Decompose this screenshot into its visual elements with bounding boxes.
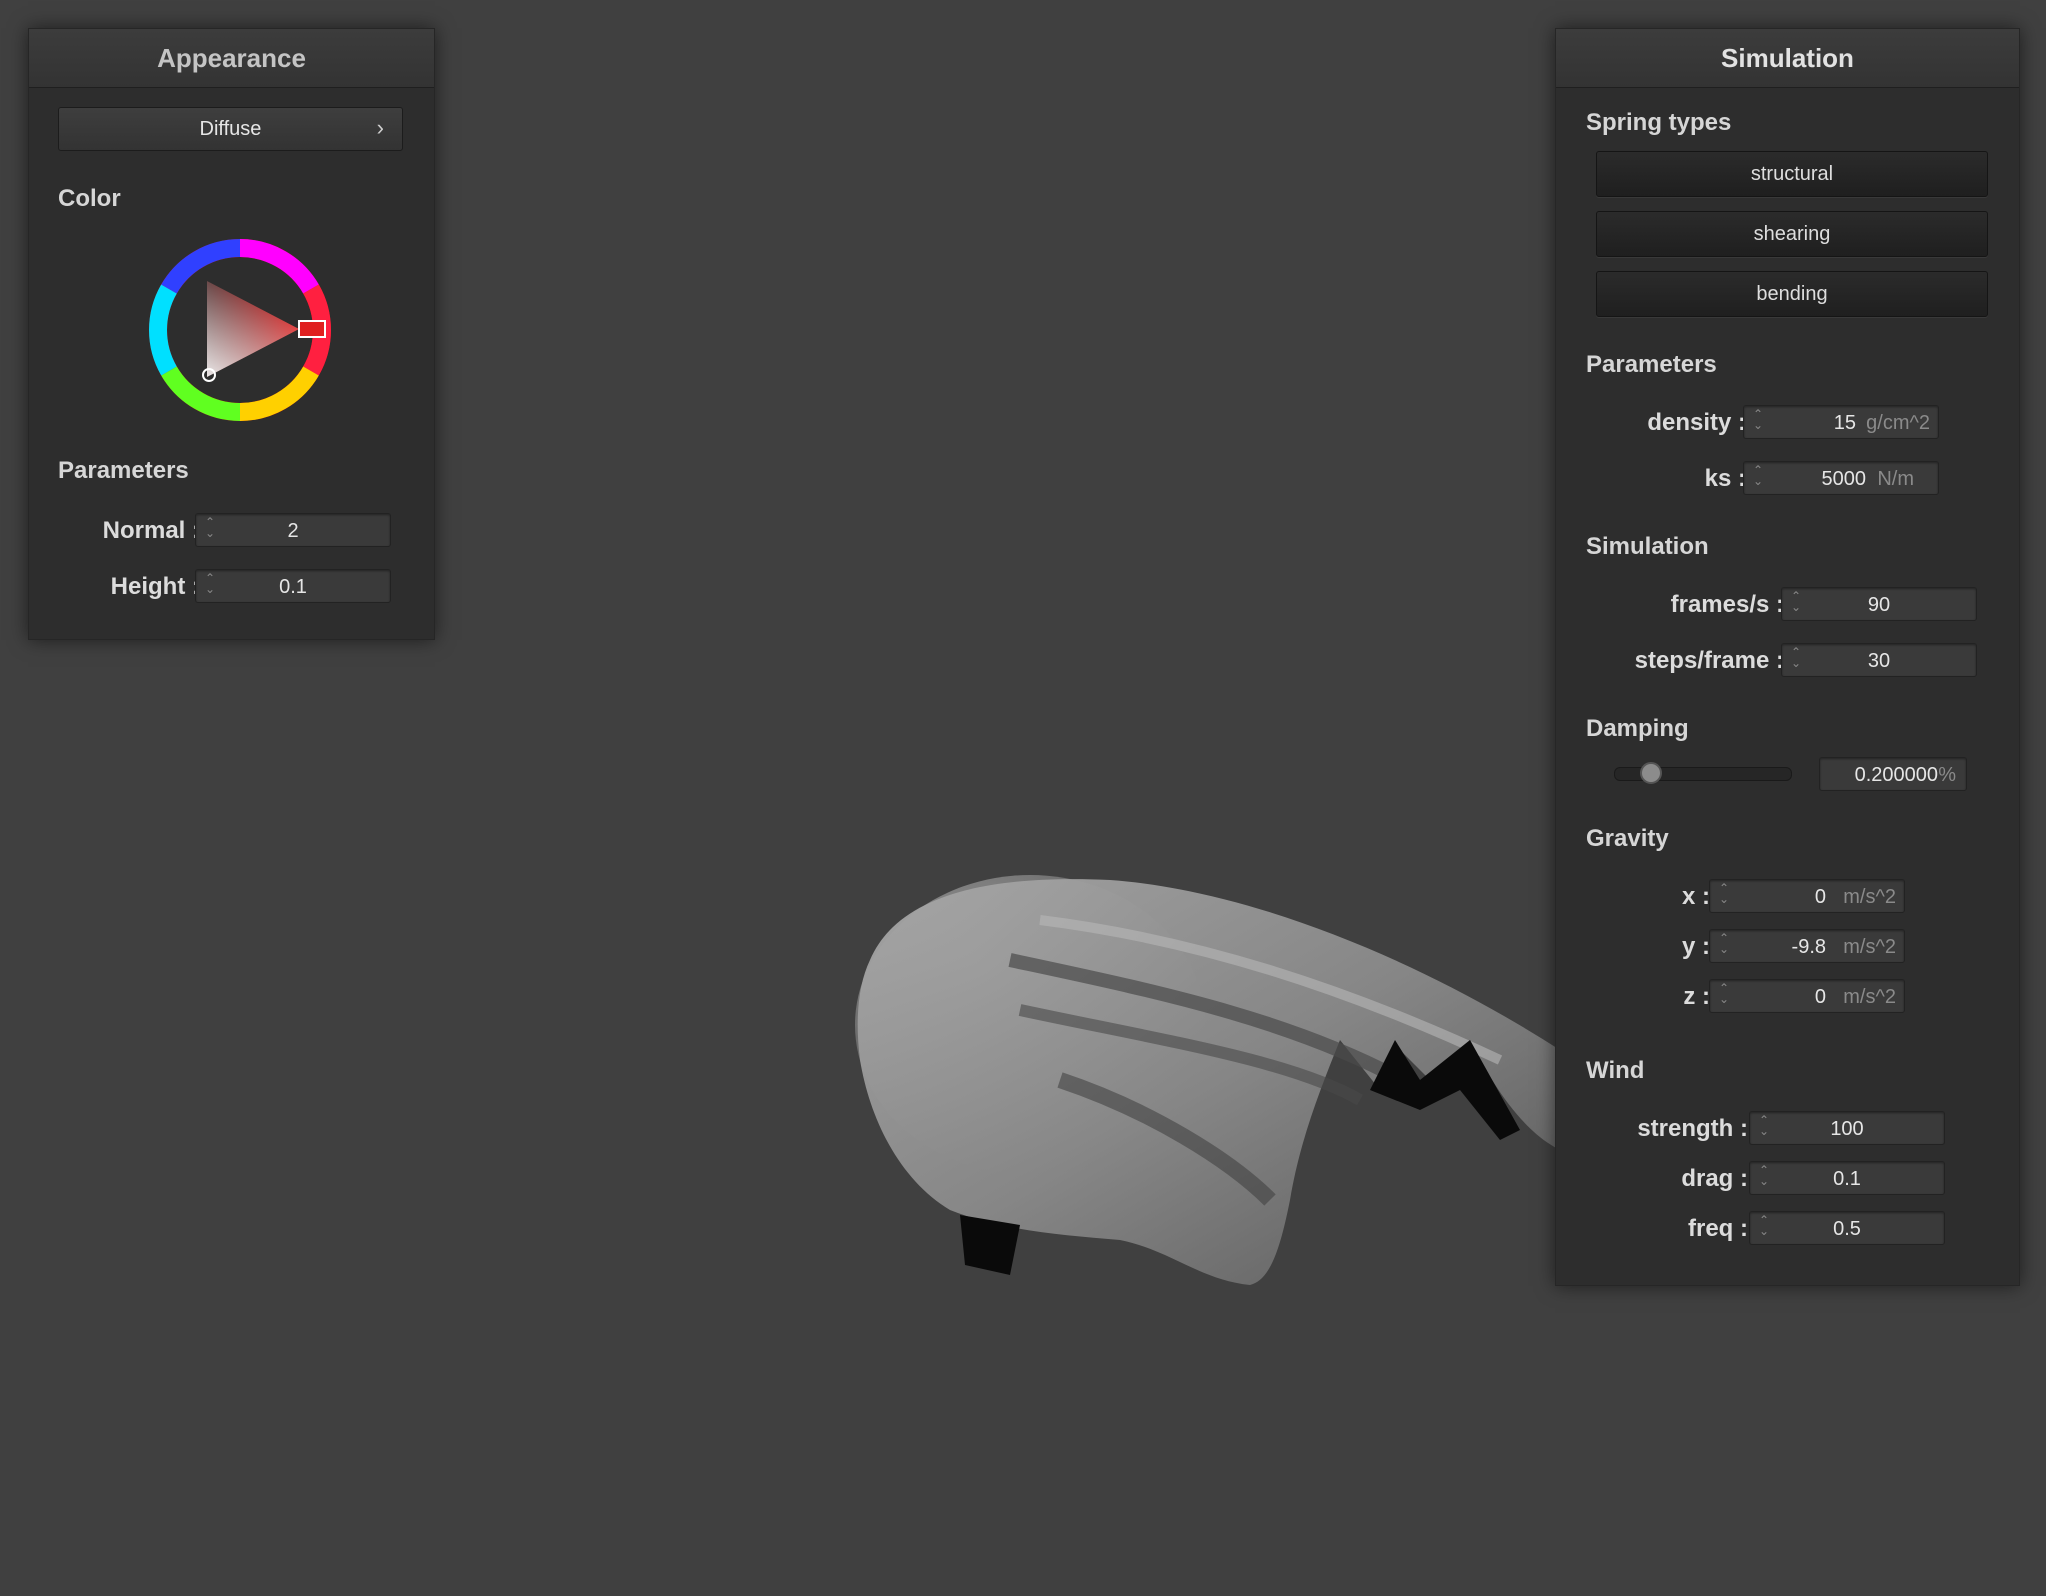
gravity-z-value: 0 — [1814, 986, 1826, 1008]
damping-slider[interactable] — [1614, 762, 1792, 784]
sim-parameters-label: Parameters — [1586, 351, 1717, 378]
cloth-underside — [960, 1215, 1020, 1275]
density-label: density : — [1647, 409, 1746, 436]
wind-label: Wind — [1586, 1057, 1645, 1084]
color-wheel-icon — [149, 239, 331, 421]
spinner-arrows-icon[interactable]: ⌃ ⌄ — [1718, 882, 1730, 909]
shader-select[interactable]: Diffuse › — [58, 107, 403, 151]
ks-field[interactable]: ⌃ ⌄ 5000 N/m — [1743, 461, 1939, 495]
gravity-x-label: x : — [1681, 883, 1710, 910]
steps-label: steps/frame : — [1634, 647, 1784, 674]
chevron-right-icon: › — [376, 115, 384, 140]
height-value: 0.1 — [279, 576, 307, 598]
normal-field[interactable]: ⌃ ⌄ 2 — [195, 513, 391, 547]
gravity-z-field[interactable]: ⌃ ⌄ 0 m/s^2 — [1709, 979, 1905, 1013]
simulation-section-label: Simulation — [1586, 533, 1709, 560]
wind-drag-label: drag : — [1681, 1165, 1748, 1192]
shearing-button[interactable]: shearing — [1596, 211, 1988, 257]
height-field[interactable]: ⌃ ⌄ 0.1 — [195, 569, 391, 603]
gravity-y-label: y : — [1681, 933, 1710, 960]
simulation-title: Simulation — [1556, 29, 2019, 88]
damping-value: 0.200000 — [1854, 764, 1938, 786]
fps-field[interactable]: ⌃ ⌄ 90 — [1781, 587, 1977, 621]
gravity-z-unit: m/s^2 — [1843, 986, 1896, 1008]
gravity-label: Gravity — [1586, 825, 1669, 852]
height-label: Height : — [110, 573, 200, 600]
wind-drag-field[interactable]: ⌃ ⌄ 0.1 — [1749, 1161, 1945, 1195]
structural-button[interactable]: structural — [1596, 151, 1988, 197]
damping-unit: % — [1938, 764, 1956, 786]
appearance-title: Appearance — [29, 29, 434, 88]
damping-slider-thumb[interactable] — [1640, 762, 1663, 784]
wind-freq-field[interactable]: ⌃ ⌄ 0.5 — [1749, 1211, 1945, 1245]
fps-value: 90 — [1867, 594, 1891, 616]
wind-strength-field[interactable]: ⌃ ⌄ 100 — [1749, 1111, 1945, 1145]
wind-freq-value: 0.5 — [1833, 1218, 1861, 1240]
wind-strength-label: strength : — [1637, 1115, 1748, 1142]
ks-unit: N/m — [1877, 468, 1914, 490]
normal-value: 2 — [287, 520, 299, 542]
bending-button[interactable]: bending — [1596, 271, 1988, 317]
density-field[interactable]: ⌃ ⌄ 15 g/cm^2 — [1743, 405, 1939, 439]
color-wheel[interactable] — [145, 235, 335, 425]
ks-label: ks : — [1704, 465, 1746, 492]
fps-label: frames/s : — [1670, 591, 1784, 618]
gravity-z-label: z : — [1683, 983, 1710, 1010]
gravity-x-field[interactable]: ⌃ ⌄ 0 m/s^2 — [1709, 879, 1905, 913]
gravity-y-value: -9.8 — [1791, 936, 1826, 958]
ks-value: 5000 — [1821, 468, 1867, 490]
gravity-y-field[interactable]: ⌃ ⌄ -9.8 m/s^2 — [1709, 929, 1905, 963]
simulation-panel: Simulation Spring types structural shear… — [1555, 28, 2020, 1286]
steps-field[interactable]: ⌃ ⌄ 30 — [1781, 643, 1977, 677]
shader-select-value: Diffuse — [199, 118, 262, 140]
damping-field[interactable]: 0.200000 % — [1819, 757, 1967, 791]
wind-strength-value: 100 — [1830, 1118, 1864, 1140]
gravity-y-unit: m/s^2 — [1843, 936, 1896, 958]
steps-value: 30 — [1867, 650, 1891, 672]
density-value: 15 — [1833, 412, 1856, 434]
wind-drag-value: 0.1 — [1833, 1168, 1861, 1190]
spinner-arrows-icon[interactable]: ⌃ ⌄ — [1752, 464, 1764, 491]
appearance-parameters-label: Parameters — [58, 457, 189, 484]
damping-label: Damping — [1586, 715, 1689, 742]
gravity-x-value: 0 — [1814, 886, 1826, 908]
spinner-arrows-icon[interactable]: ⌃ ⌄ — [1718, 982, 1730, 1009]
color-label: Color — [58, 185, 121, 212]
spinner-arrows-icon[interactable]: ⌃ ⌄ — [1718, 932, 1730, 959]
spinner-arrows-icon[interactable]: ⌃ ⌄ — [1752, 408, 1764, 435]
wind-freq-label: freq : — [1688, 1215, 1748, 1242]
appearance-panel: Appearance Diffuse › Color Parameters No… — [28, 28, 435, 640]
spring-types-label: Spring types — [1586, 109, 1732, 136]
normal-label: Normal : — [102, 517, 200, 544]
gravity-x-unit: m/s^2 — [1843, 886, 1896, 908]
density-unit: g/cm^2 — [1866, 412, 1930, 434]
